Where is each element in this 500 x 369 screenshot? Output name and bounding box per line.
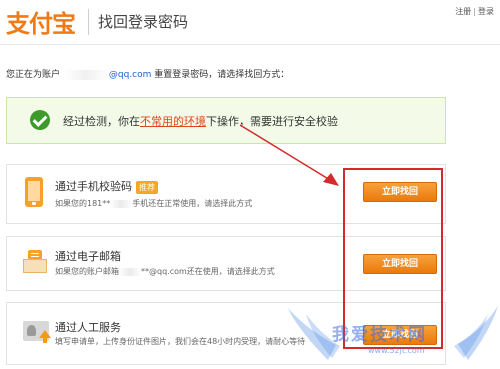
header-divider [88, 9, 89, 35]
option-desc: 填写申请单，上传身份证件图片，我们会在48小时内受理，请耐心等待 [55, 337, 306, 346]
option-card-email: 通过电子邮箱 如果您的账户邮箱 **@qq.com还在使用，请选择此方式 立即找回 [6, 236, 446, 291]
alipay-logo[interactable]: 支付宝 [6, 4, 76, 39]
link-separator: | [473, 7, 476, 16]
notice-text: 经过检测，你在不常用的环境下操作，需要进行安全校验 [63, 113, 338, 129]
account-domain: @qq.com [108, 70, 152, 80]
masked-phone [110, 199, 133, 208]
masked-email [119, 267, 141, 276]
intro-suffix: 重置登录密码，请选择找回方式： [154, 70, 290, 80]
option-desc-prefix: 如果您的181** [55, 199, 111, 208]
login-link[interactable]: 登录 [478, 7, 494, 16]
recover-button-manual[interactable]: 立即找回 [363, 325, 437, 345]
upload-arrow-stem [43, 337, 47, 343]
option-title-text: 通过手机校验码 [55, 180, 132, 193]
recover-button-email[interactable]: 立即找回 [363, 254, 437, 274]
recover-button-phone[interactable]: 立即找回 [363, 182, 437, 202]
recommended-badge: 推荐 [136, 180, 158, 194]
notice-highlight[interactable]: 不常用的环境 [140, 115, 206, 128]
option-desc-suffix: 手机还在正常使用，请选择此方式 [132, 199, 253, 208]
option-title: 通过电子邮箱 [55, 250, 121, 263]
envelope-icon [23, 259, 47, 273]
header: 支付宝 找回登录密码 注册 | 登录 [0, 0, 500, 45]
option-desc: 如果您的账户邮箱 **@qq.com还在使用，请选择此方式 [55, 266, 275, 277]
check-circle-icon [30, 110, 50, 130]
intro-text: 您正在为账户 @qq.com 重置登录密码，请选择找回方式： [6, 67, 289, 80]
mail-icon [23, 250, 47, 273]
option-desc: 如果您的181** 手机还在正常使用，请选择此方式 [55, 198, 252, 209]
phone-icon [25, 177, 43, 207]
notice-part1: 经过检测，你在 [63, 115, 140, 128]
security-notice: 经过检测，你在不常用的环境下操作，需要进行安全校验 [6, 97, 446, 144]
register-link[interactable]: 注册 [455, 7, 471, 16]
intro-prefix: 您正在为账户 [6, 70, 61, 80]
option-card-manual: 通过人工服务 填写申请单，上传身份证件图片，我们会在48小时内受理，请耐心等待 … [6, 302, 446, 365]
top-links: 注册 | 登录 [455, 6, 494, 17]
notice-part2: 下操作，需要进行安全校验 [206, 115, 338, 128]
masked-account [62, 69, 109, 80]
option-desc-suffix: **@qq.com还在使用，请选择此方式 [141, 267, 275, 276]
option-title: 通过人工服务 [55, 321, 121, 334]
option-title: 通过手机校验码 推荐 [55, 178, 158, 194]
option-desc-prefix: 如果您的账户邮箱 [55, 267, 119, 276]
page-title: 找回登录密码 [98, 13, 189, 31]
id-card-upload-icon [23, 321, 51, 343]
option-card-phone: 通过手机校验码 推荐 如果您的181** 手机还在正常使用，请选择此方式 立即找回 [6, 164, 446, 224]
